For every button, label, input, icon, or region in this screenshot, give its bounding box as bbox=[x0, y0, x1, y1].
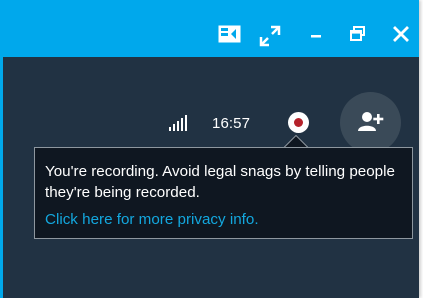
restore-button[interactable] bbox=[346, 22, 370, 46]
close-button[interactable] bbox=[389, 22, 413, 46]
recording-notice-tooltip: You're recording. Avoid legal snags by t… bbox=[34, 147, 413, 239]
minimize-button[interactable] bbox=[304, 22, 328, 46]
record-button[interactable] bbox=[288, 112, 309, 133]
fullscreen-icon bbox=[258, 24, 282, 48]
privacy-info-link[interactable]: Click here for more privacy info. bbox=[45, 209, 402, 230]
minimize-icon bbox=[306, 24, 326, 44]
split-view-icon bbox=[218, 25, 242, 43]
restore-icon bbox=[347, 23, 369, 45]
call-window: 16:57 You're recording. Avoid legal snag… bbox=[0, 0, 419, 298]
title-bar bbox=[0, 0, 419, 56]
fullscreen-button[interactable] bbox=[258, 24, 282, 48]
close-icon bbox=[390, 23, 412, 45]
call-duration: 16:57 bbox=[212, 115, 251, 132]
recording-notice-message: You're recording. Avoid legal snags by t… bbox=[45, 163, 395, 201]
split-view-button[interactable] bbox=[216, 22, 244, 46]
signal-strength-icon bbox=[169, 112, 189, 132]
add-person-button[interactable] bbox=[340, 92, 401, 153]
